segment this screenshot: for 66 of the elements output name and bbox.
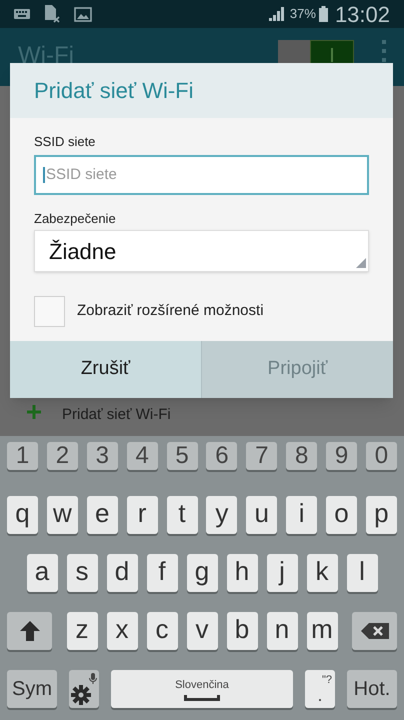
number-key[interactable]: 6	[206, 442, 238, 470]
number-key[interactable]: 5	[166, 442, 198, 470]
settings-icon	[71, 685, 91, 705]
field-label: SSID siete	[34, 133, 96, 151]
letter-key[interactable]: l	[346, 554, 378, 592]
letter-key[interactable]: z	[66, 612, 98, 650]
letter-key[interactable]: h	[226, 554, 258, 592]
image-icon	[74, 6, 92, 22]
letter-key[interactable]: a	[26, 554, 58, 592]
letter-key[interactable]: s	[66, 554, 98, 592]
plus-icon	[27, 405, 41, 419]
letter-key[interactable]: c	[146, 612, 178, 650]
number-key[interactable]: 2	[46, 442, 78, 470]
number-key[interactable]: 7	[246, 442, 278, 470]
letter-key[interactable]: m	[306, 612, 338, 650]
shift-key[interactable]	[7, 612, 52, 650]
letter-key[interactable]: d	[106, 554, 138, 592]
number-key[interactable]: 0	[366, 442, 397, 470]
space-key[interactable]: Slovenčina	[111, 670, 293, 708]
letter-key[interactable]: j	[266, 554, 298, 592]
done-key[interactable]: Hot.	[347, 670, 397, 708]
number-key[interactable]: 3	[86, 442, 118, 470]
sim-card-icon	[44, 5, 60, 23]
battery-percentage: 37%	[290, 5, 316, 24]
letter-key[interactable]: w	[46, 496, 78, 534]
number-key[interactable]: 1	[7, 442, 38, 470]
letter-key[interactable]: k	[306, 554, 338, 592]
backspace-key[interactable]	[352, 612, 397, 650]
backspace-icon	[360, 623, 388, 639]
cancel-button[interactable]: Zrušiť	[10, 341, 201, 398]
letter-key[interactable]: f	[146, 554, 178, 592]
letter-key[interactable]: i	[286, 496, 318, 534]
letter-key[interactable]: g	[186, 554, 218, 592]
dropdown-arrow-icon	[356, 258, 366, 268]
letter-key[interactable]: p	[366, 496, 397, 534]
letter-key[interactable]: u	[246, 496, 278, 534]
settings-key[interactable]	[69, 670, 99, 708]
field-label: Zabezpečenie	[34, 210, 117, 228]
symbols-key[interactable]: Sym	[7, 670, 57, 708]
letter-key[interactable]: o	[326, 496, 357, 534]
number-key[interactable]: 4	[126, 442, 158, 470]
letter-key[interactable]: q	[7, 496, 38, 534]
period-key[interactable]: "? .	[305, 670, 335, 708]
checkbox[interactable]	[34, 296, 65, 327]
signal-icon	[268, 7, 285, 21]
dialog-title: Pridať sieť Wi-Fi	[34, 77, 194, 105]
security-dropdown[interactable]: Žiadne	[34, 230, 369, 272]
letter-key[interactable]: t	[166, 496, 198, 534]
letter-key[interactable]: r	[126, 496, 158, 534]
list-item-label: Pridať sieť Wi-Fi	[62, 405, 171, 425]
checkbox-label: Zobraziť rozšírené možnosti	[77, 301, 264, 322]
number-key[interactable]: 8	[286, 442, 318, 470]
letter-key[interactable]: y	[206, 496, 238, 534]
letter-key[interactable]: e	[86, 496, 118, 534]
keyboard-icon	[14, 9, 30, 19]
battery-icon	[318, 6, 328, 22]
clock: 13:02	[334, 0, 390, 28]
letter-key[interactable]: b	[226, 612, 258, 650]
text-cursor	[43, 166, 45, 182]
letter-key[interactable]: v	[186, 612, 218, 650]
letter-key[interactable]: x	[106, 612, 138, 650]
shift-icon	[20, 621, 40, 641]
number-key[interactable]: 9	[326, 442, 357, 470]
microphone-icon	[89, 673, 97, 684]
letter-key[interactable]: n	[266, 612, 298, 650]
ssid-input-field[interactable]: SSID siete	[34, 154, 369, 194]
